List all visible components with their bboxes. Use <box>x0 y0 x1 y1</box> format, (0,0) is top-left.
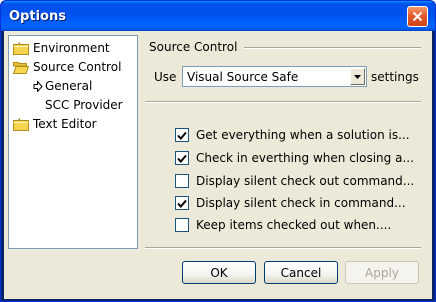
option-get-everything[interactable]: Get everything when a solution is... <box>175 127 410 143</box>
settings-label: settings <box>371 70 419 84</box>
section-title-divider <box>244 47 421 49</box>
option-check-in-everything[interactable]: Check in everthing when closing a... <box>175 150 414 166</box>
provider-select-dropdown-button[interactable] <box>350 68 365 85</box>
chevron-down-icon <box>354 74 361 79</box>
divider <box>145 247 421 249</box>
option-silent-check-in[interactable]: Display silent check in command... <box>175 195 406 211</box>
arrow-right-icon <box>33 80 43 92</box>
folder-icon <box>13 117 29 131</box>
ok-button[interactable]: OK <box>182 261 256 284</box>
use-label: Use <box>154 70 177 84</box>
option-label: Display silent check out command... <box>196 174 415 188</box>
tree-item-label: Environment <box>33 41 110 55</box>
options-dialog: Options Environment Source Control Gener… <box>0 0 436 302</box>
tree-item-environment[interactable]: Environment <box>13 39 110 57</box>
provider-select-value: Visual Source Safe <box>187 70 299 84</box>
tree-item-text-editor[interactable]: Text Editor <box>13 115 97 133</box>
divider <box>145 101 421 103</box>
checkbox[interactable] <box>175 151 189 165</box>
option-label: Check in everthing when closing a... <box>196 151 414 165</box>
option-keep-checked-out[interactable]: Keep items checked out when.... <box>175 217 391 233</box>
checkbox[interactable] <box>175 174 189 188</box>
option-silent-check-out[interactable]: Display silent check out command... <box>175 173 414 189</box>
tree-item-scc-provider[interactable]: SCC Provider <box>45 96 123 114</box>
options-tree[interactable]: Environment Source Control General SCC P… <box>8 35 138 249</box>
window-title: Options <box>9 9 66 24</box>
section-title: Source Control <box>149 40 238 54</box>
check-icon <box>177 154 187 163</box>
close-button[interactable] <box>407 6 428 27</box>
checkbox[interactable] <box>175 218 189 232</box>
checkbox[interactable] <box>175 128 189 142</box>
option-label: Display silent check in command... <box>196 196 406 210</box>
checkbox[interactable] <box>175 196 189 210</box>
dialog-body: Environment Source Control General SCC P… <box>4 31 432 299</box>
option-label: Keep items checked out when.... <box>196 218 392 232</box>
tree-item-label: Text Editor <box>33 117 97 131</box>
provider-select[interactable]: Visual Source Safe <box>182 66 367 87</box>
cancel-button[interactable]: Cancel <box>264 261 338 284</box>
tree-item-label: SCC Provider <box>45 98 123 112</box>
apply-button[interactable]: Apply <box>345 261 419 284</box>
tree-item-label: General <box>45 79 93 93</box>
check-icon <box>177 131 187 140</box>
check-icon <box>177 199 187 208</box>
tree-item-general[interactable]: General <box>33 77 92 95</box>
folder-icon <box>13 41 29 55</box>
option-label: Get everything when a solution is... <box>196 128 410 142</box>
title-bar[interactable]: Options <box>1 1 435 31</box>
tree-item-source-control[interactable]: Source Control <box>13 58 121 76</box>
open-folder-icon <box>13 61 29 74</box>
close-icon <box>412 11 423 22</box>
tree-item-label: Source Control <box>33 60 122 74</box>
